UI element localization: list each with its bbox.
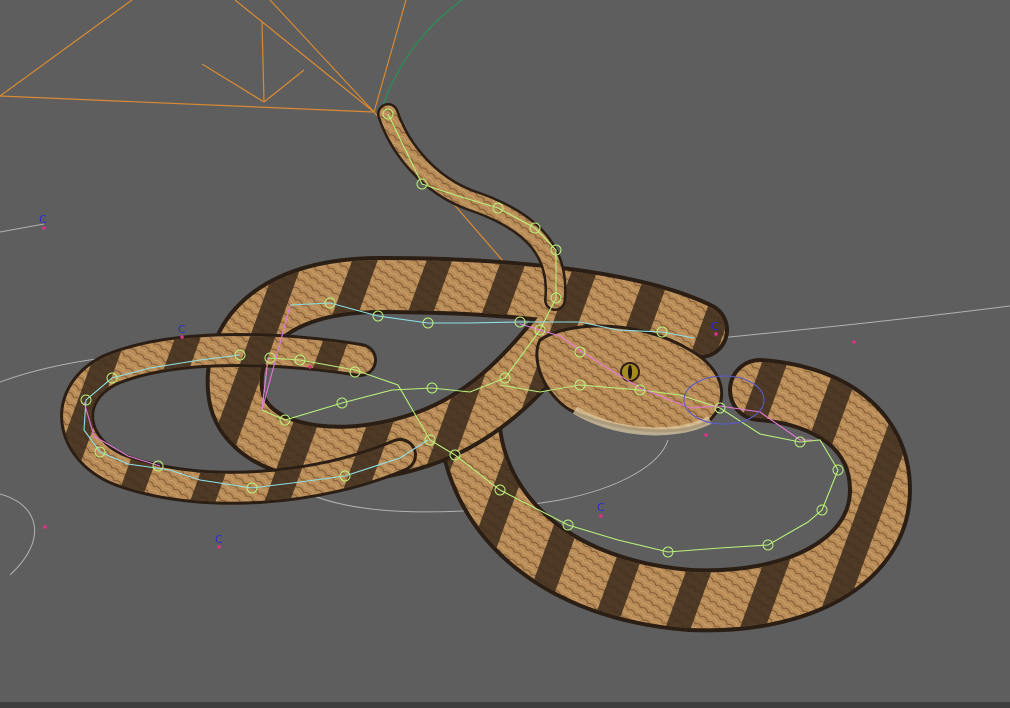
viewport-canvas[interactable]: C C C C C <box>0 0 1010 708</box>
helper-label: C <box>711 320 719 333</box>
helper-label: C <box>215 533 223 546</box>
snake-model[interactable] <box>60 103 913 633</box>
helper-label: C <box>597 501 605 514</box>
camera-frustum[interactable] <box>0 0 536 299</box>
green-spline-curve[interactable] <box>381 0 463 109</box>
helper-label: C <box>39 213 47 226</box>
viewport-bottom-edge <box>0 702 1010 708</box>
3d-viewport[interactable]: C C C C C <box>0 0 1010 708</box>
helper-label: C <box>178 323 186 336</box>
